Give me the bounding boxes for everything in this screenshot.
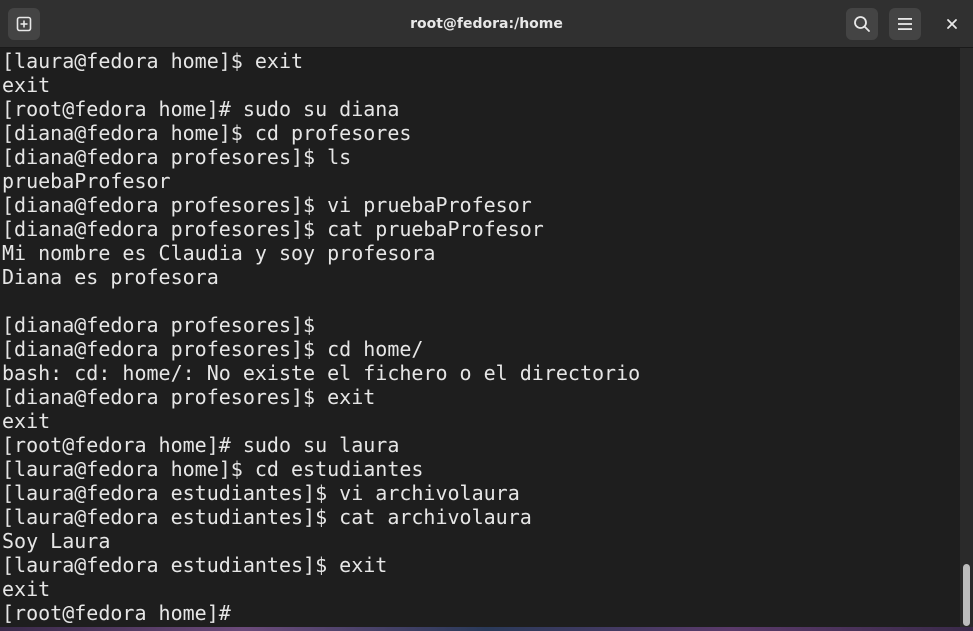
terminal-line: [diana@fedora profesores]$ vi pruebaProf… (2, 193, 532, 217)
terminal-line: [diana@fedora profesores]$ cd home/ (2, 337, 424, 361)
terminal-line: [laura@fedora estudiantes]$ exit (2, 553, 388, 577)
titlebar: root@fedora:/home (0, 0, 973, 48)
scrollbar-thumb[interactable] (963, 564, 970, 626)
search-icon (854, 16, 870, 32)
desktop-background-strip (0, 627, 973, 631)
terminal-line: [laura@fedora estudiantes]$ cat archivol… (2, 505, 532, 529)
terminal-line: exit (2, 73, 51, 97)
scrollbar[interactable] (960, 48, 973, 631)
terminal-line: exit (2, 577, 51, 601)
menu-button[interactable] (889, 8, 921, 40)
terminal-line: [diana@fedora profesores]$ (2, 313, 316, 337)
terminal-line: bash: cd: home/: No existe el fichero o … (2, 361, 641, 385)
close-button[interactable] (936, 8, 968, 40)
close-icon (947, 19, 957, 29)
search-button[interactable] (846, 8, 878, 40)
terminal-line: [laura@fedora home]$ cd estudiantes (2, 457, 424, 481)
terminal-line: exit (2, 409, 51, 433)
terminal-line: [root@fedora home]# (2, 601, 231, 625)
window-title: root@fedora:/home (410, 16, 563, 32)
terminal-window: root@fedora:/home [laura@fedora home]$ e… (0, 0, 973, 631)
terminal-output[interactable]: [laura@fedora home]$ exit exit [root@fedor… (0, 48, 960, 631)
menu-icon (898, 18, 912, 30)
terminal-line: [diana@fedora profesores]$ exit (2, 385, 376, 409)
terminal-line: Mi nombre es Claudia y soy profesora (2, 241, 436, 265)
terminal-line: [diana@fedora profesores]$ cat pruebaPro… (2, 217, 544, 241)
terminal-line: Diana es profesora (2, 265, 219, 289)
terminal-line: [laura@fedora home]$ exit (2, 49, 304, 73)
terminal-line: Soy Laura (2, 529, 111, 553)
terminal-line: pruebaProfesor (2, 169, 171, 193)
terminal-line: [root@fedora home]# sudo su diana (2, 97, 400, 121)
terminal-line: [diana@fedora profesores]$ ls (2, 145, 352, 169)
terminal-line: [laura@fedora estudiantes]$ vi archivola… (2, 481, 520, 505)
terminal-line: [diana@fedora home]$ cd profesores (2, 121, 412, 145)
terminal-line: [root@fedora home]# sudo su laura (2, 433, 400, 457)
